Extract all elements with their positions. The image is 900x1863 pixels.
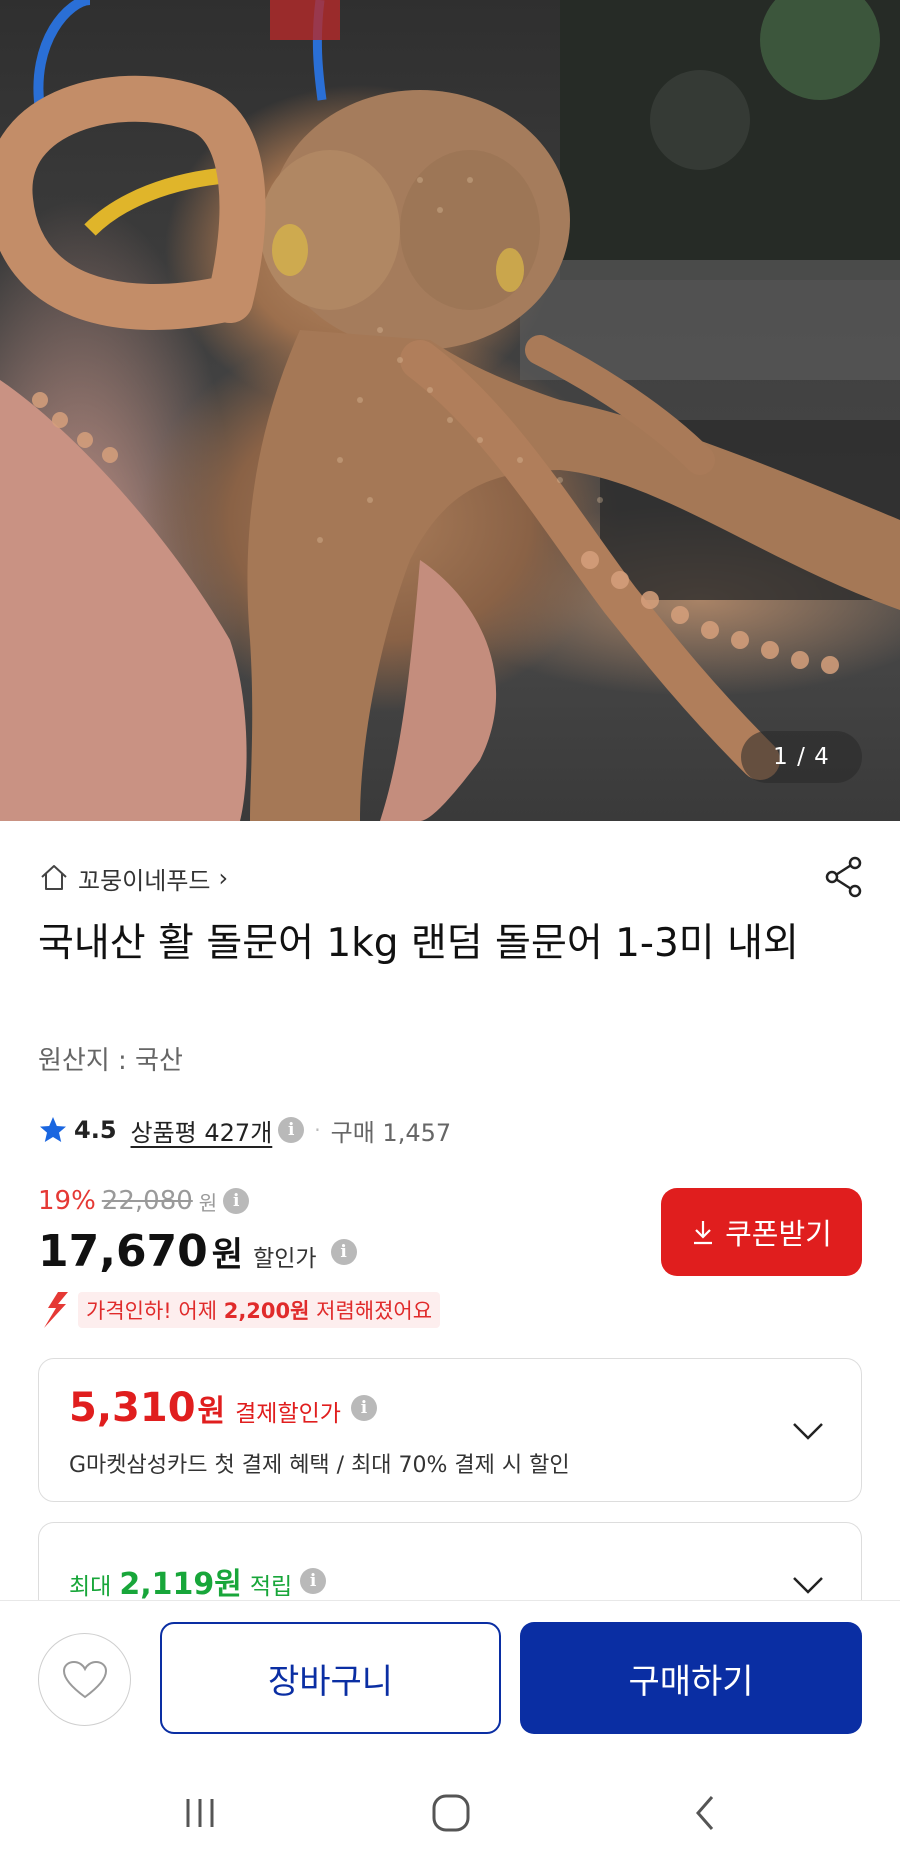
coupon-button[interactable]: 쿠폰받기 <box>661 1188 862 1276</box>
chevron-right-icon: › <box>218 864 229 892</box>
payment-price-unit: 원 <box>197 1394 226 1429</box>
price-drop-suffix: 저렴해졌어요 <box>309 1299 433 1323</box>
share-button[interactable] <box>820 853 868 901</box>
points-value: 2,119원 <box>119 1567 242 1602</box>
recent-apps-button[interactable] <box>170 1788 230 1838</box>
home-icon <box>41 865 67 890</box>
price-drop-notice: 가격인하! 어제 2,200원 저렴해졌어요 <box>38 1290 441 1330</box>
info-icon[interactable]: i <box>330 1238 357 1265</box>
rating-value: 4.5 <box>74 1116 117 1144</box>
price-drop-prefix: 가격인하! 어제 <box>86 1299 224 1323</box>
sale-price: 17,670 <box>38 1226 208 1277</box>
payment-price: 5,310 <box>69 1385 196 1431</box>
system-navigation-bar <box>0 1760 900 1863</box>
review-count-link[interactable]: 상품평 427개 <box>131 1113 273 1148</box>
coupon-label: 쿠폰받기 <box>725 1217 832 1251</box>
add-to-cart-button[interactable]: 장바구니 <box>160 1622 501 1734</box>
home-nav-icon <box>432 1794 470 1832</box>
chevron-down-icon[interactable] <box>791 1421 825 1441</box>
purchase-count: 구매 1,457 <box>330 1118 452 1147</box>
discount-rate: 19% <box>38 1186 96 1216</box>
product-title: 국내산 활 돌문어 1kg 랜덤 돌문어 1-3미 내외 <box>38 921 799 966</box>
share-icon <box>825 856 862 898</box>
discount-row: 19% 22,080 원 i <box>38 1186 250 1216</box>
original-price-unit: 원 <box>198 1190 218 1215</box>
points-prefix: 최대 <box>69 1574 112 1600</box>
product-origin: 원산지 : 국산 <box>38 1046 183 1076</box>
product-photo <box>0 0 900 821</box>
bottom-action-bar: 장바구니 구매하기 <box>0 1600 900 1760</box>
star-icon <box>40 1117 66 1142</box>
recent-apps-icon <box>186 1799 214 1827</box>
info-icon[interactable]: i <box>278 1117 305 1143</box>
price-drop-text: 가격인하! 어제 2,200원 저렴해졌어요 <box>78 1292 441 1328</box>
price-drop-arrow-icon <box>44 1292 68 1328</box>
price-drop-amount: 2,200원 <box>223 1299 310 1323</box>
sale-price-label: 할인가 <box>253 1246 317 1272</box>
payment-benefit-description: G마켓삼성카드 첫 결제 혜택 / 최대 70% 결제 시 할인 <box>69 1453 570 1478</box>
seller-name: 꼬뭉이네푸드 <box>78 866 211 895</box>
buy-now-button[interactable]: 구매하기 <box>520 1622 862 1734</box>
download-icon <box>694 1221 713 1245</box>
rating-row: 4.5 상품평 427개 i · 구매 1,457 <box>38 1110 451 1150</box>
back-icon <box>696 1796 714 1830</box>
separator-dot: · <box>314 1118 321 1142</box>
points-label: 적립 <box>249 1574 293 1600</box>
original-price: 22,080 <box>101 1186 193 1216</box>
payment-price-row: 5,310 원 결제할인가 i <box>69 1385 377 1431</box>
image-counter: 1 / 4 <box>741 731 862 783</box>
seller-link[interactable]: 꼬뭉이네푸드 › <box>38 858 228 898</box>
payment-price-label: 결제할인가 <box>235 1401 341 1427</box>
info-icon[interactable]: i <box>300 1568 327 1594</box>
info-icon[interactable]: i <box>350 1395 377 1421</box>
back-button[interactable] <box>675 1788 735 1838</box>
wishlist-button[interactable] <box>38 1633 131 1726</box>
sale-price-unit: 원 <box>211 1235 244 1275</box>
sale-price-row: 17,670 원 할인가 i <box>38 1226 357 1277</box>
heart-icon <box>62 1660 107 1698</box>
points-row: 최대 2,119원 적립 i <box>69 1559 327 1603</box>
payment-benefit-card[interactable]: 5,310 원 결제할인가 i G마켓삼성카드 첫 결제 혜택 / 최대 70%… <box>38 1358 862 1502</box>
info-icon[interactable]: i <box>223 1188 250 1214</box>
product-image-gallery[interactable]: 1 / 4 <box>0 0 900 821</box>
chevron-down-icon[interactable] <box>791 1575 825 1595</box>
home-button[interactable] <box>421 1788 481 1838</box>
